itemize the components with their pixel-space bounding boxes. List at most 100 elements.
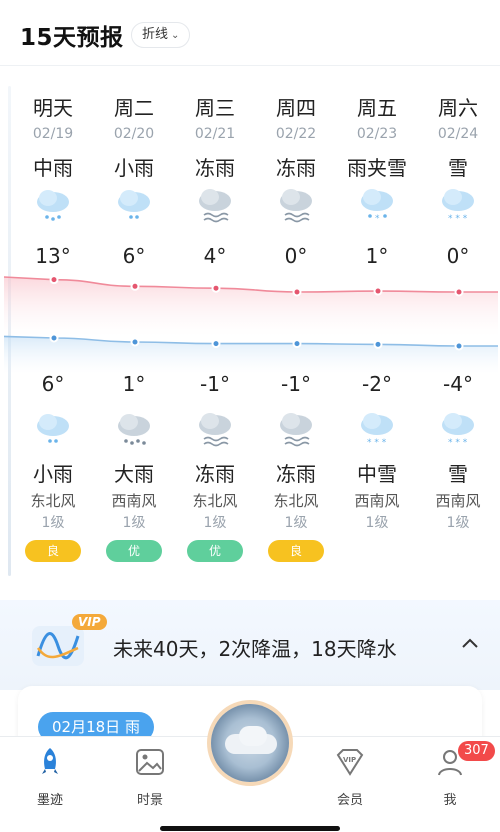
toggle-label: 折线 [142, 27, 169, 42]
snow-cloud-icon: * * * [361, 413, 393, 448]
date-label: 02/23 [356, 126, 398, 142]
low-temp: -1° [200, 372, 230, 396]
rain-cloud-icon [37, 190, 69, 221]
svg-text:* * *: * * * [448, 438, 468, 448]
svg-text:* * *: * * * [367, 438, 387, 448]
day-label: 周六 [438, 96, 478, 120]
day-weather: 冻雨 [195, 156, 235, 180]
day-label: 周三 [195, 96, 235, 120]
day-label: 周四 [276, 96, 316, 120]
aqi-badge: 优 [106, 540, 162, 562]
wind-direction: 东北风 [273, 492, 319, 510]
date-label: 02/20 [113, 126, 155, 142]
day-weather: 小雨 [114, 156, 154, 180]
snow-cloud-icon: * * * [442, 413, 474, 448]
day-column[interactable]: 周六 02/24 雪 * * * 0° -4° * * * 雪 西南风 1级 [417, 66, 499, 586]
high-temp: 0° [284, 244, 308, 268]
day-label: 明天 [33, 96, 73, 120]
low-temp: -4° [443, 372, 473, 396]
tab-label: 我 [443, 793, 457, 808]
rain-cloud-icon [118, 190, 150, 219]
low-temp: -2° [362, 372, 392, 396]
vip-badge: VIP [72, 614, 107, 630]
low-temp: 6° [41, 372, 65, 396]
wind-level: 1级 [122, 515, 146, 531]
day-column[interactable]: 周三 02/21 冻雨 4° -1° 冻雨 东北风 1级 优 [174, 66, 256, 586]
high-temp: 1° [365, 244, 389, 268]
low-temp: -1° [281, 372, 311, 396]
tab-profile[interactable]: 307 我 [410, 741, 495, 808]
high-temp: 6° [122, 244, 146, 268]
vip-diamond-icon: VIP [336, 749, 364, 776]
chevron-down-icon: ⌄ [171, 30, 180, 41]
center-sky-button[interactable] [207, 700, 293, 786]
night-weather: 小雨 [33, 462, 73, 486]
aqi-badge: 良 [25, 540, 81, 562]
wind-level: 1级 [203, 515, 227, 531]
day-column[interactable]: 周二 02/20 小雨 6° 1° 大雨 西南风 1级 优 [93, 66, 175, 586]
wind-direction: 西南风 [354, 492, 400, 510]
night-weather: 大雨 [114, 462, 154, 486]
tab-label: 墨迹 [36, 793, 63, 808]
day-column[interactable]: 明天 02/19 中雨 13° 6° 小雨 东北风 1级 良 [12, 66, 94, 586]
tab-label: 时景 [136, 793, 163, 808]
freezing-rain-icon [199, 189, 231, 223]
day-label: 周五 [357, 96, 397, 120]
wind-level: 1级 [446, 515, 470, 531]
banner-text: 未来40天，2次降温，18天降水 [113, 637, 397, 661]
chart-style-toggle[interactable]: 折线 ⌄ [131, 22, 191, 48]
day-weather: 冻雨 [276, 156, 316, 180]
svg-text:VIP: VIP [343, 756, 356, 764]
date-label: 02/22 [275, 126, 317, 142]
night-weather: 雪 [448, 462, 468, 486]
tab-label: 会员 [336, 793, 363, 808]
tab-member[interactable]: VIP 会员 [310, 745, 390, 808]
wind-level: 1级 [41, 515, 65, 531]
night-weather: 冻雨 [276, 462, 316, 486]
header: 15天预报 折线 ⌄ [0, 0, 500, 66]
wind-level: 1级 [365, 515, 389, 531]
aqi-badge: 优 [187, 540, 243, 562]
tab-scenery[interactable]: 时景 [110, 745, 190, 808]
wind-direction: 西南风 [111, 492, 157, 510]
svg-text:* * *: * * * [448, 214, 468, 224]
freezing-rain-icon [280, 413, 312, 447]
night-weather: 冻雨 [195, 462, 235, 486]
chevron-up-icon[interactable] [458, 632, 482, 656]
cloud-shape [239, 726, 267, 746]
freezing-rain-icon [199, 413, 231, 447]
home-indicator [160, 826, 340, 831]
high-temp: 4° [203, 244, 227, 268]
wind-level: 1级 [284, 515, 308, 531]
snow-cloud-icon: * * * [442, 189, 474, 224]
low-temp: 1° [122, 372, 146, 396]
notification-badge: 307 [458, 741, 495, 761]
wind-direction: 东北风 [30, 492, 76, 510]
date-label: 02/21 [194, 126, 236, 142]
sleet-icon: * [361, 189, 393, 224]
date-label: 02/19 [32, 126, 74, 142]
high-temp: 0° [446, 244, 470, 268]
day-weather: 雨夹雪 [347, 156, 407, 180]
page-title: 15天预报 [20, 25, 124, 51]
day-weather: 中雨 [33, 156, 73, 180]
date-label: 02/24 [437, 126, 479, 142]
night-weather: 中雪 [357, 462, 397, 486]
day-weather: 雪 [448, 156, 468, 180]
day-column[interactable]: 周五 02/23 雨夹雪 * 1° -2° * * * 中雪 西南风 1级 [336, 66, 418, 586]
rocket-icon [42, 748, 58, 774]
svg-text:*: * [375, 214, 380, 224]
rain-cloud-icon [37, 414, 69, 443]
heavy-rain-cloud-icon [118, 414, 150, 445]
high-temp: 13° [35, 244, 71, 268]
image-icon [136, 749, 164, 775]
forecast-40day-banner[interactable]: VIP 未来40天，2次降温，18天降水 [0, 600, 500, 690]
day-column[interactable]: 周四 02/22 冻雨 0° -1° 冻雨 东北风 1级 良 [255, 66, 337, 586]
tab-moji[interactable]: 墨迹 [10, 745, 90, 808]
wind-direction: 东北风 [192, 492, 238, 510]
wind-direction: 西南风 [435, 492, 481, 510]
forecast-panel[interactable]: 明天 02/19 中雨 13° 6° 小雨 东北风 1级 良 周二 02/20 … [0, 66, 500, 586]
aqi-badge: 良 [268, 540, 324, 562]
freezing-rain-icon [280, 189, 312, 223]
day-label: 周二 [114, 96, 154, 120]
